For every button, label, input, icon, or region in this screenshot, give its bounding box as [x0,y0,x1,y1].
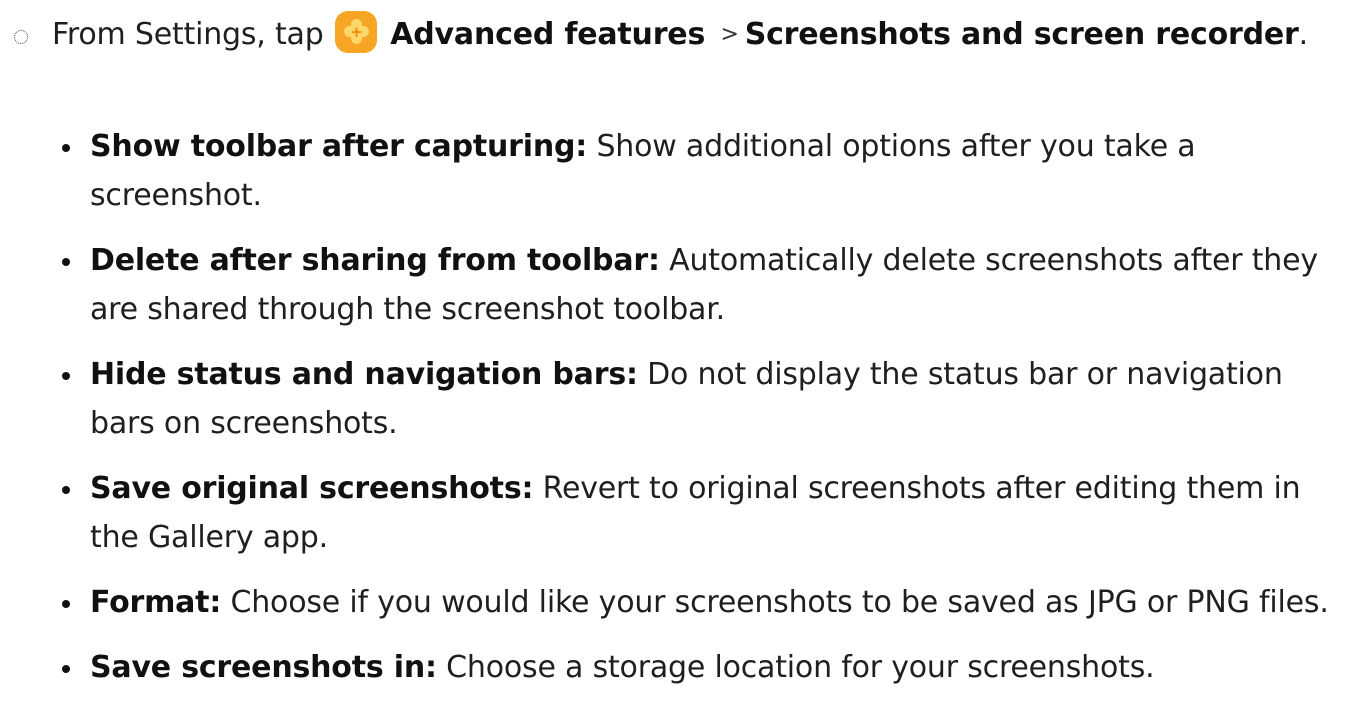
bullet-icon [62,144,70,152]
option-colon: : [425,650,437,685]
bullet-icon [62,486,70,494]
list-item: Save original screenshots: Revert to ori… [62,464,1347,562]
list-item: Show toolbar after capturing: Show addit… [62,122,1347,220]
option-term: Save screenshots in [90,650,425,685]
list-item: Hide status and navigation bars: Do not … [62,350,1347,448]
option-colon: : [625,357,638,392]
dotted-circle-icon [14,30,28,44]
option-term: Hide status and navigation bars [90,357,626,392]
step-text: From Settings, tap + Advanced features >… [52,8,1344,62]
option-colon: : [209,585,222,620]
document-page: From Settings, tap + Advanced features >… [0,0,1356,726]
option-description: Choose if you would like your screenshot… [230,585,1329,620]
list-item: Save screenshots in: Choose a storage lo… [62,643,1347,692]
settings-path-advanced-features: Advanced features [390,17,706,52]
option-term: Show toolbar after capturing [90,129,576,164]
bullet-icon [62,258,70,266]
option-description: Choose a storage location for your scree… [446,650,1155,685]
path-separator: > [720,22,739,47]
list-item: Format: Choose if you would like your sc… [62,578,1347,627]
option-colon: : [575,129,588,164]
option-term: Format [90,585,210,620]
bullet-icon [62,600,70,608]
settings-options-list: Show toolbar after capturing: Show addit… [62,122,1347,708]
bullet-icon [62,665,70,673]
option-term: Delete after sharing from toolbar [90,243,648,278]
option-term: Save original screenshots [90,471,522,506]
settings-path-screenshots: Screenshots and screen recorder [744,17,1299,52]
step-prefix: From Settings, tap [52,17,324,52]
instruction-step: From Settings, tap + Advanced features >… [14,8,1344,62]
step-suffix: . [1298,17,1309,52]
list-item: Delete after sharing from toolbar: Autom… [62,236,1347,334]
bullet-icon [62,372,70,380]
option-colon: : [647,243,660,278]
advanced-features-icon: + [334,11,377,53]
option-colon: : [521,471,534,506]
